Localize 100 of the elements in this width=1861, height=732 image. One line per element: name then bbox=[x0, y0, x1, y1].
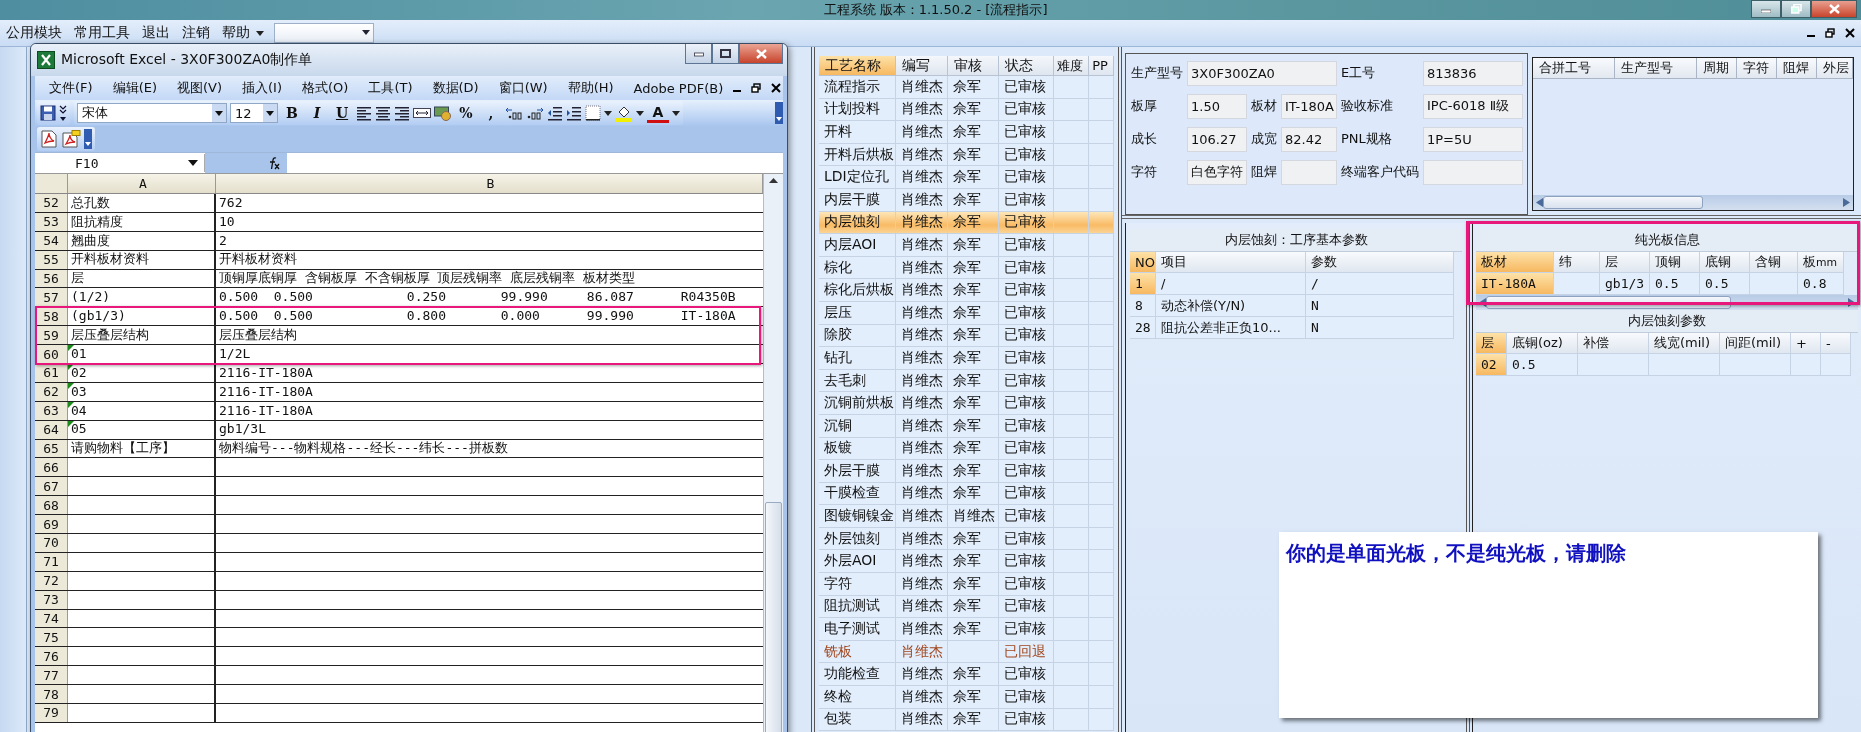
table-row[interactable]: 电子测试 肖维杰 佘军 已审核 bbox=[818, 618, 1114, 641]
menu-item[interactable]: 注销 bbox=[176, 24, 216, 42]
input-field[interactable]: 3X0F300ZA0 bbox=[1187, 60, 1337, 86]
menu-item[interactable]: 编辑(E) bbox=[102, 79, 167, 97]
column-header[interactable]: 含铜 bbox=[1750, 252, 1798, 273]
table-row[interactable]: 字符 肖维杰 佘军 已审核 bbox=[818, 573, 1114, 596]
table-row[interactable]: 干膜检查 肖维杰 佘军 已审核 bbox=[818, 482, 1114, 506]
caret-icon[interactable] bbox=[636, 110, 644, 116]
column-header[interactable]: 参数 bbox=[1306, 252, 1454, 273]
table-row[interactable]: 终检 肖维杰 佘军 已审核 bbox=[818, 686, 1114, 709]
menu-item[interactable]: 文件(F) bbox=[39, 79, 103, 97]
menu-item[interactable]: 插入(I) bbox=[232, 79, 292, 97]
input-field[interactable]: 白色字符 bbox=[1187, 159, 1247, 185]
table-row[interactable]: 开料后烘板 肖维杰 佘军 已审核 bbox=[818, 143, 1114, 167]
overflow-icon[interactable] bbox=[84, 129, 92, 149]
row-header[interactable]: 79 bbox=[35, 704, 68, 722]
menu-item[interactable]: 数据(D) bbox=[422, 79, 489, 97]
row-header[interactable]: 59 bbox=[35, 326, 68, 345]
restore-button[interactable] bbox=[1781, 0, 1811, 18]
input-field[interactable]: IPC-6018 Ⅱ级 bbox=[1423, 93, 1523, 119]
merge-center-icon[interactable] bbox=[413, 105, 431, 121]
table-row[interactable]: 内层蚀刻 肖维杰 佘军 已审核 bbox=[818, 211, 1114, 235]
menu-item[interactable]: 格式(O) bbox=[292, 79, 359, 97]
column-header[interactable]: 项目 bbox=[1156, 252, 1306, 273]
column-header[interactable]: - bbox=[1821, 333, 1851, 354]
close-icon[interactable] bbox=[1845, 28, 1855, 38]
column-header[interactable]: 外层 bbox=[1817, 58, 1853, 78]
menu-item[interactable]: 帮助 bbox=[216, 24, 256, 42]
column-header[interactable]: 生产型号 bbox=[1615, 58, 1697, 78]
row-header[interactable]: 77 bbox=[35, 666, 68, 685]
table-row[interactable]: 除胶 肖维杰 佘军 已审核 bbox=[818, 324, 1114, 348]
function-icon[interactable] bbox=[267, 156, 281, 170]
input-field[interactable]: IT-180A bbox=[1281, 93, 1337, 119]
table-row[interactable]: 计划投料 肖维杰 佘军 已审核 bbox=[818, 98, 1114, 122]
overflow-icon[interactable] bbox=[59, 103, 67, 123]
font-size-dropdown[interactable]: 12 bbox=[230, 103, 278, 123]
input-field[interactable] bbox=[1423, 159, 1523, 185]
bold-button[interactable]: B bbox=[281, 103, 303, 123]
dropdown-field[interactable] bbox=[274, 23, 374, 43]
row-header[interactable]: 68 bbox=[35, 496, 68, 515]
table-row[interactable]: 外层蚀刻 肖维杰 佘军 已审核 bbox=[818, 527, 1114, 551]
table-row[interactable]: 棕化 肖维杰 佘军 已审核 bbox=[818, 256, 1114, 280]
underline-button[interactable]: U bbox=[331, 103, 353, 123]
close-icon[interactable] bbox=[771, 83, 782, 93]
column-header[interactable]: NO bbox=[1130, 252, 1156, 273]
menu-item[interactable]: 工具(T) bbox=[358, 79, 423, 97]
row-header[interactable]: 60 bbox=[35, 345, 68, 363]
caret-icon[interactable] bbox=[672, 110, 680, 116]
save-icon[interactable] bbox=[40, 105, 56, 121]
table-row[interactable]: 层压 肖维杰 佘军 已审核 bbox=[818, 301, 1114, 325]
column-header[interactable]: A bbox=[68, 174, 216, 193]
row-header[interactable]: 76 bbox=[35, 647, 68, 666]
menu-item[interactable]: 常用工具 bbox=[68, 24, 136, 42]
column-header[interactable]: 间距(mil) bbox=[1720, 333, 1791, 354]
table-row[interactable]: 图镀铜镍金 肖维杰 肖维杰 已审核 bbox=[818, 505, 1114, 528]
table-row[interactable]: 外层AOI 肖维杰 佘军 已审核 bbox=[818, 550, 1114, 574]
input-field[interactable]: 813836 bbox=[1423, 60, 1523, 86]
close-button[interactable] bbox=[739, 44, 783, 64]
increase-decimal-icon[interactable] bbox=[505, 105, 523, 121]
column-header[interactable]: 底铜 bbox=[1700, 252, 1750, 273]
italic-button[interactable]: I bbox=[306, 103, 328, 123]
menu-item[interactable]: 退出 bbox=[136, 24, 176, 42]
scroll-thumb[interactable] bbox=[765, 502, 782, 732]
table-row[interactable]: 包装 肖维杰 佘军 已审核 bbox=[818, 708, 1114, 732]
row-header[interactable]: 70 bbox=[35, 534, 68, 552]
column-header[interactable]: 周期 bbox=[1697, 58, 1737, 78]
input-field[interactable]: 106.27 bbox=[1187, 126, 1247, 152]
table-row[interactable]: 沉铜 肖维杰 佘军 已审核 bbox=[818, 414, 1114, 438]
column-header[interactable]: 纬 bbox=[1554, 252, 1600, 273]
column-header[interactable]: 阻焊 bbox=[1777, 58, 1817, 78]
font-name-dropdown[interactable]: 宋体 bbox=[77, 103, 227, 123]
increase-indent-icon[interactable] bbox=[566, 105, 582, 121]
minimize-button[interactable] bbox=[1751, 0, 1781, 18]
menu-item[interactable]: 窗口(W) bbox=[488, 79, 558, 97]
pdf-comment-icon[interactable] bbox=[61, 130, 81, 148]
currency-icon[interactable] bbox=[434, 105, 452, 121]
column-header[interactable]: 编写 bbox=[896, 56, 948, 76]
minimize-button[interactable] bbox=[685, 44, 712, 64]
borders-icon[interactable] bbox=[585, 105, 601, 121]
column-header[interactable]: 工艺名称 bbox=[818, 56, 897, 76]
table-row[interactable]: 功能检查 肖维杰 佘军 已审核 bbox=[818, 663, 1114, 687]
row-header[interactable]: 66 bbox=[35, 458, 68, 477]
column-header[interactable]: 合拼工号 bbox=[1533, 58, 1615, 78]
row-header[interactable]: 78 bbox=[35, 685, 68, 704]
input-field[interactable]: 1P=5U bbox=[1423, 126, 1523, 152]
column-header[interactable]: 状态 bbox=[999, 56, 1054, 76]
row-header[interactable]: 75 bbox=[35, 628, 68, 647]
percent-button[interactable]: % bbox=[455, 103, 477, 123]
right-arrow-icon[interactable] bbox=[1843, 198, 1850, 207]
column-header[interactable]: 顶铜 bbox=[1650, 252, 1700, 273]
column-header[interactable]: + bbox=[1791, 333, 1821, 354]
table-row[interactable]: 内层AOI 肖维杰 佘军 已审核 bbox=[818, 234, 1114, 257]
vertical-scrollbar[interactable] bbox=[763, 174, 783, 732]
caret-icon[interactable] bbox=[604, 110, 612, 116]
row-header[interactable]: 57 bbox=[35, 288, 68, 307]
input-field[interactable]: 82.42 bbox=[1281, 126, 1337, 152]
input-field[interactable]: 1.50 bbox=[1187, 93, 1247, 119]
column-header[interactable]: 审核 bbox=[947, 56, 1000, 76]
column-header[interactable]: 字符 bbox=[1737, 58, 1777, 78]
table-row[interactable]: 沉铜前烘板 肖维杰 佘军 已审核 bbox=[818, 392, 1114, 415]
